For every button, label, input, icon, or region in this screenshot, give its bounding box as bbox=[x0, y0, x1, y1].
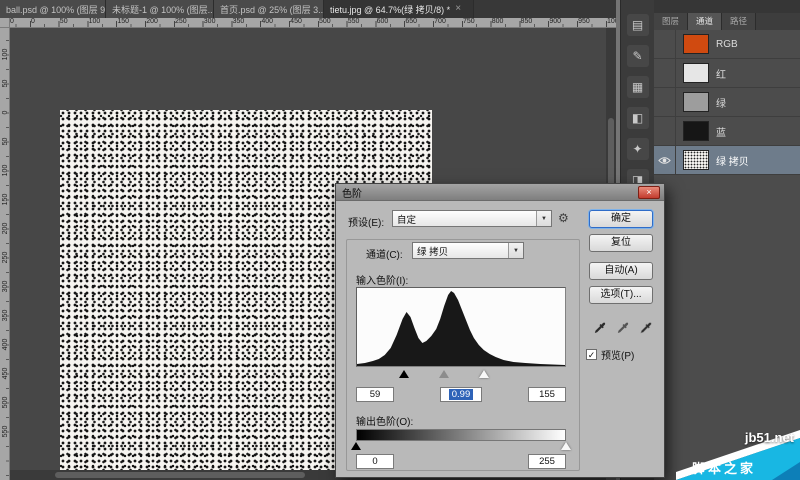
collapsed-panel-icon[interactable]: ✎ bbox=[627, 45, 649, 67]
output-shadow-field[interactable]: 0 bbox=[356, 454, 394, 469]
levels-dialog: 色阶 × 预设(E): 自定 ▼ ⚙ 确定 通道(C): 绿 拷贝 ▼ 复位 输… bbox=[335, 183, 665, 478]
watermark-name: 脚本之家 bbox=[692, 458, 756, 477]
eyedropper-group bbox=[592, 319, 654, 335]
horizontal-ruler: 1000501001502002503003504004505005506006… bbox=[10, 18, 616, 28]
input-shadow-slider[interactable] bbox=[399, 370, 409, 378]
dialog-titlebar[interactable]: 色阶 × bbox=[336, 184, 664, 201]
input-highlight-field[interactable]: 155 bbox=[528, 387, 566, 402]
channel-name: 绿 拷贝 bbox=[716, 153, 749, 168]
output-highlight-field[interactable]: 255 bbox=[528, 454, 566, 469]
channel-row-red[interactable]: 红 bbox=[654, 59, 800, 88]
options-button[interactable]: 选项(T)... bbox=[589, 286, 653, 304]
reset-button[interactable]: 复位 bbox=[589, 234, 653, 252]
channel-dropdown[interactable]: 绿 拷贝 ▼ bbox=[412, 242, 524, 259]
channel-thumbnail bbox=[683, 121, 709, 141]
document-tab-label: 首页.psd @ 25% (图层 3... bbox=[220, 3, 324, 16]
watermark: jb51.net 脚本之家 bbox=[676, 426, 800, 480]
output-gradient-bar bbox=[356, 429, 566, 441]
visibility-toggle[interactable] bbox=[654, 146, 676, 174]
channel-name: 绿 bbox=[716, 95, 726, 110]
scrollbar-thumb[interactable] bbox=[55, 472, 305, 478]
preview-option[interactable]: ✓ 预览(P) bbox=[586, 347, 634, 362]
tab-channels[interactable]: 通道 bbox=[688, 13, 722, 30]
channel-value: 绿 拷贝 bbox=[413, 244, 508, 258]
preset-dropdown[interactable]: 自定 ▼ bbox=[392, 210, 552, 227]
collapsed-panel-icon[interactable]: ▦ bbox=[627, 76, 649, 98]
gear-icon[interactable]: ⚙ bbox=[558, 211, 569, 225]
channel-thumbnail bbox=[683, 92, 709, 112]
dialog-title: 色阶 bbox=[342, 185, 362, 200]
chevron-down-icon[interactable]: ▼ bbox=[536, 211, 551, 226]
input-highlight-slider[interactable] bbox=[479, 370, 489, 378]
ruler-corner bbox=[0, 18, 10, 28]
document-tab[interactable]: ball.psd @ 100% (图层 9... × bbox=[0, 0, 106, 18]
ruler-ticks bbox=[6, 40, 9, 480]
input-shadow-field[interactable]: 59 bbox=[356, 387, 394, 402]
channel-row-blue[interactable]: 蓝 bbox=[654, 117, 800, 146]
preview-checkbox[interactable]: ✓ bbox=[586, 349, 597, 360]
channel-name: 红 bbox=[716, 66, 726, 81]
document-tab-label: ball.psd @ 100% (图层 9... bbox=[6, 3, 106, 16]
collapsed-panel-icon[interactable]: ✦ bbox=[627, 138, 649, 160]
watermark-site: jb51.net bbox=[745, 430, 794, 445]
channel-row-green-copy[interactable]: 绿 拷贝 bbox=[654, 146, 800, 175]
document-tabbar: ball.psd @ 100% (图层 9... × 未标题-1 @ 100% … bbox=[0, 0, 620, 18]
collapsed-panel-icon[interactable]: ◧ bbox=[627, 107, 649, 129]
dialog-close-button[interactable]: × bbox=[638, 186, 660, 199]
channels-panel: 图层 通道 路径 RGB 红 绿 蓝 绿 拷贝 bbox=[654, 0, 800, 480]
tab-paths[interactable]: 路径 bbox=[722, 13, 756, 30]
channel-name: RGB bbox=[716, 39, 738, 50]
channel-name: 蓝 bbox=[716, 124, 726, 139]
document-tab[interactable]: 未标题-1 @ 100% (图层... × bbox=[106, 0, 214, 18]
eye-icon bbox=[658, 156, 671, 165]
auto-button[interactable]: 自动(A) bbox=[589, 262, 653, 280]
ruler-ticks bbox=[10, 21, 616, 27]
channel-label: 通道(C): bbox=[366, 246, 403, 261]
input-midtone-slider[interactable] bbox=[439, 370, 449, 378]
visibility-toggle[interactable] bbox=[654, 88, 676, 116]
channel-row-rgb[interactable]: RGB bbox=[654, 30, 800, 59]
close-tab-icon[interactable]: × bbox=[455, 4, 461, 14]
output-highlight-slider[interactable] bbox=[561, 442, 571, 450]
ok-button[interactable]: 确定 bbox=[589, 210, 653, 228]
panel-header-strip bbox=[654, 0, 800, 13]
vertical-ruler: 10050050100150200250300350400450500550 bbox=[0, 28, 10, 480]
channel-thumbnail bbox=[683, 34, 709, 54]
document-tab[interactable]: 首页.psd @ 25% (图层 3... × bbox=[214, 0, 324, 18]
channel-thumbnail bbox=[683, 63, 709, 83]
input-gamma-field[interactable]: 0.99 bbox=[440, 387, 482, 402]
channel-thumbnail bbox=[683, 150, 709, 170]
channel-row-green[interactable]: 绿 bbox=[654, 88, 800, 117]
document-tab-active[interactable]: tietu.jpg @ 64.7%(绿 拷贝/8) * × bbox=[324, 0, 474, 18]
visibility-toggle[interactable] bbox=[654, 30, 676, 58]
selected-text: 0.99 bbox=[449, 389, 474, 400]
preset-value: 自定 bbox=[393, 212, 536, 226]
visibility-toggle[interactable] bbox=[654, 59, 676, 87]
document-tab-label: 未标题-1 @ 100% (图层... bbox=[112, 3, 214, 16]
collapsed-panel-icon[interactable]: ▤ bbox=[627, 14, 649, 36]
output-levels-label: 输出色阶(O): bbox=[356, 413, 413, 428]
black-point-eyedropper-icon[interactable] bbox=[592, 319, 608, 335]
tab-layers[interactable]: 图层 bbox=[654, 13, 688, 30]
output-shadow-slider[interactable] bbox=[351, 442, 361, 450]
white-point-eyedropper-icon[interactable] bbox=[638, 319, 654, 335]
gray-point-eyedropper-icon[interactable] bbox=[615, 319, 631, 335]
chevron-down-icon[interactable]: ▼ bbox=[508, 243, 523, 258]
panel-tabs: 图层 通道 路径 bbox=[654, 13, 800, 30]
input-levels-label: 输入色阶(I): bbox=[356, 272, 408, 287]
preview-label: 预览(P) bbox=[601, 347, 634, 362]
preset-label: 预设(E): bbox=[348, 214, 384, 229]
histogram bbox=[356, 287, 566, 367]
visibility-toggle[interactable] bbox=[654, 117, 676, 145]
document-tab-label: tietu.jpg @ 64.7%(绿 拷贝/8) * bbox=[330, 3, 450, 16]
